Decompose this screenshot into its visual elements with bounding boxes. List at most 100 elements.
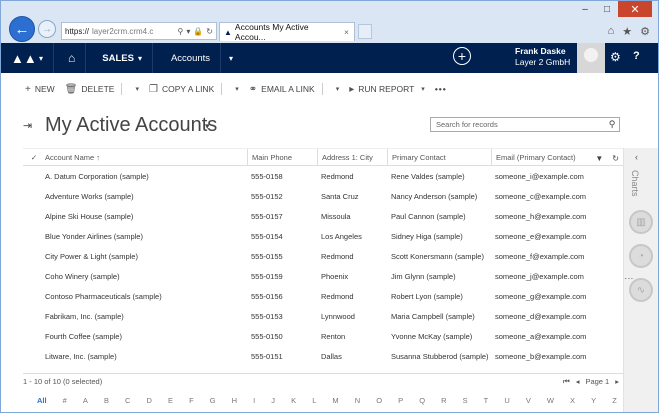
search-icon[interactable]: ⚲ (177, 27, 183, 36)
charts-label[interactable]: Charts (630, 170, 640, 197)
minimize-button[interactable]: – (574, 1, 596, 17)
back-button[interactable]: ← (9, 16, 35, 42)
cell-account-name[interactable]: Litware, Inc. (sample) (41, 346, 247, 366)
cell-email[interactable]: someone_c@example.com (491, 186, 623, 206)
cell-account-name[interactable]: Coho Winery (sample) (41, 266, 247, 286)
cell-email[interactable]: someone_g@example.com (491, 286, 623, 306)
home-icon[interactable]: ⌂ (68, 51, 75, 65)
splitter-handle-icon[interactable]: ⋮ (624, 274, 634, 283)
browser-tab[interactable]: ▲ Accounts My Active Accou... × (219, 22, 355, 42)
cell-email[interactable]: someone_j@example.com (491, 266, 623, 286)
gear-icon[interactable]: ⚙ (610, 50, 621, 64)
table-row[interactable]: Fourth Coffee (sample) 555-0150 Renton Y… (23, 326, 623, 346)
refresh-icon[interactable]: ↻ (206, 27, 213, 36)
cell-primary-contact[interactable]: Jim Glynn (sample) (387, 266, 491, 286)
cell-account-name[interactable]: A. Datum Corporation (sample) (41, 166, 247, 186)
copy-link-button[interactable]: ❐ COPY A LINK ▾ (149, 83, 239, 95)
alpha-g[interactable]: G (210, 396, 216, 405)
home-icon[interactable]: ⌂ (608, 25, 615, 38)
favorites-star-icon[interactable]: ★ (622, 25, 632, 38)
alpha-l[interactable]: L (312, 396, 316, 405)
cell-account-name[interactable]: City Power & Light (sample) (41, 246, 247, 266)
table-row[interactable]: City Power & Light (sample) 555-0155 Red… (23, 246, 623, 266)
alpha-o[interactable]: O (376, 396, 382, 405)
cell-account-name[interactable]: Adventure Works (sample) (41, 186, 247, 206)
alpha-r[interactable]: R (441, 396, 446, 405)
alpha-n[interactable]: N (355, 396, 360, 405)
chevron-down-icon[interactable]: ▾ (229, 54, 233, 63)
alpha-h[interactable]: H (232, 396, 237, 405)
new-button[interactable]: + NEW (25, 84, 55, 95)
view-title[interactable]: My Active Accounts (45, 114, 217, 137)
first-page-icon[interactable]: ⏮ (563, 377, 570, 387)
alpha-x[interactable]: X (570, 396, 575, 405)
table-row[interactable]: Adventure Works (sample) 555-0152 Santa … (23, 186, 623, 206)
alpha-w[interactable]: W (547, 396, 554, 405)
run-report-button[interactable]: ▸ RUN REPORT ▾ (349, 84, 425, 95)
select-all-checkbox[interactable]: ✓ (23, 149, 41, 165)
cell-account-name[interactable]: Alpine Ski House (sample) (41, 206, 247, 226)
alpha-u[interactable]: U (504, 396, 509, 405)
delete-button[interactable]: 🗑 DELETE ▾ (65, 83, 139, 95)
alpha-i[interactable]: I (253, 396, 255, 405)
cell-primary-contact[interactable]: Robert Lyon (sample) (387, 286, 491, 306)
search-input[interactable]: Search for records ⚲ (430, 117, 620, 132)
maximize-button[interactable]: □ (596, 1, 618, 17)
chevron-down-icon[interactable]: ▾ (135, 85, 139, 93)
tab-close-button[interactable]: × (344, 27, 354, 37)
dynamics-logo-icon[interactable]: ▲▲ (11, 51, 37, 66)
table-row[interactable]: Blue Yonder Airlines (sample) 555-0154 L… (23, 226, 623, 246)
quick-create-button[interactable]: + (453, 47, 471, 65)
refresh-icon[interactable]: ↻ (612, 154, 619, 163)
cell-primary-contact[interactable]: Maria Campbell (sample) (387, 306, 491, 326)
cell-account-name[interactable]: Fourth Coffee (sample) (41, 326, 247, 346)
next-page-icon[interactable]: ▸ (615, 377, 619, 386)
alpha-all[interactable]: All (37, 396, 47, 405)
table-row[interactable]: Fabrikam, Inc. (sample) 555-0153 Lynnwoo… (23, 306, 623, 326)
cell-email[interactable]: someone_e@example.com (491, 226, 623, 246)
more-commands-button[interactable]: ••• (435, 84, 447, 94)
column-header-city[interactable]: Address 1: City (317, 149, 387, 165)
table-row[interactable]: A. Datum Corporation (sample) 555-0158 R… (23, 166, 623, 186)
address-bar[interactable]: https://layer2crm.crm4.c ⚲ ▾ 🔒 ↻ (61, 22, 217, 40)
table-row[interactable]: Contoso Pharmaceuticals (sample) 555-015… (23, 286, 623, 306)
cell-account-name[interactable]: Blue Yonder Airlines (sample) (41, 226, 247, 246)
cell-primary-contact[interactable]: Yvonne McKay (sample) (387, 326, 491, 346)
alpha-hash[interactable]: # (63, 396, 67, 405)
cell-primary-contact[interactable]: Paul Cannon (sample) (387, 206, 491, 226)
chevron-down-icon[interactable]: ▾ (235, 85, 239, 93)
settings-gear-icon[interactable]: ⚙ (640, 25, 650, 38)
alpha-d[interactable]: D (147, 396, 152, 405)
cell-primary-contact[interactable]: Nancy Anderson (sample) (387, 186, 491, 206)
table-row[interactable]: Litware, Inc. (sample) 555-0151 Dallas S… (23, 346, 623, 366)
cell-primary-contact[interactable]: Sidney Higa (sample) (387, 226, 491, 246)
dropdown-icon[interactable]: ▾ (186, 27, 190, 36)
cell-email[interactable]: someone_h@example.com (491, 206, 623, 226)
alpha-e[interactable]: E (168, 396, 173, 405)
email-link-button[interactable]: ⚭ EMAIL A LINK ▾ (249, 83, 339, 95)
chevron-down-icon[interactable]: ▾ (138, 54, 142, 63)
filter-icon[interactable]: ▼ (595, 154, 603, 163)
table-row[interactable]: Coho Winery (sample) 555-0159 Phoenix Ji… (23, 266, 623, 286)
lock-icon[interactable]: 🔒 (193, 27, 203, 36)
nav-entity-accounts[interactable]: Accounts (171, 53, 210, 64)
chevron-down-icon[interactable]: ▾ (336, 85, 340, 93)
previous-page-icon[interactable]: ◂ (576, 377, 580, 386)
chevron-down-icon[interactable]: ▾ (205, 121, 210, 132)
new-tab-button[interactable] (358, 24, 372, 39)
alpha-y[interactable]: Y (591, 396, 596, 405)
column-header-account-name[interactable]: Account Name ↑ (41, 149, 247, 165)
close-window-button[interactable]: ✕ (618, 1, 652, 17)
help-icon[interactable]: ? (633, 50, 640, 62)
alpha-v[interactable]: V (526, 396, 531, 405)
alpha-m[interactable]: M (332, 396, 338, 405)
chevron-left-icon[interactable]: ‹ (635, 152, 638, 162)
bar-chart-icon[interactable]: ▥ (629, 210, 653, 234)
alpha-t[interactable]: T (484, 396, 489, 405)
cell-primary-contact[interactable]: Scott Konersmann (sample) (387, 246, 491, 266)
pin-icon[interactable]: ⇥ (23, 119, 32, 132)
forward-button[interactable]: → (38, 20, 56, 38)
table-row[interactable]: Alpine Ski House (sample) 555-0157 Misso… (23, 206, 623, 226)
column-header-primary-contact[interactable]: Primary Contact (387, 149, 491, 165)
alpha-q[interactable]: Q (419, 396, 425, 405)
